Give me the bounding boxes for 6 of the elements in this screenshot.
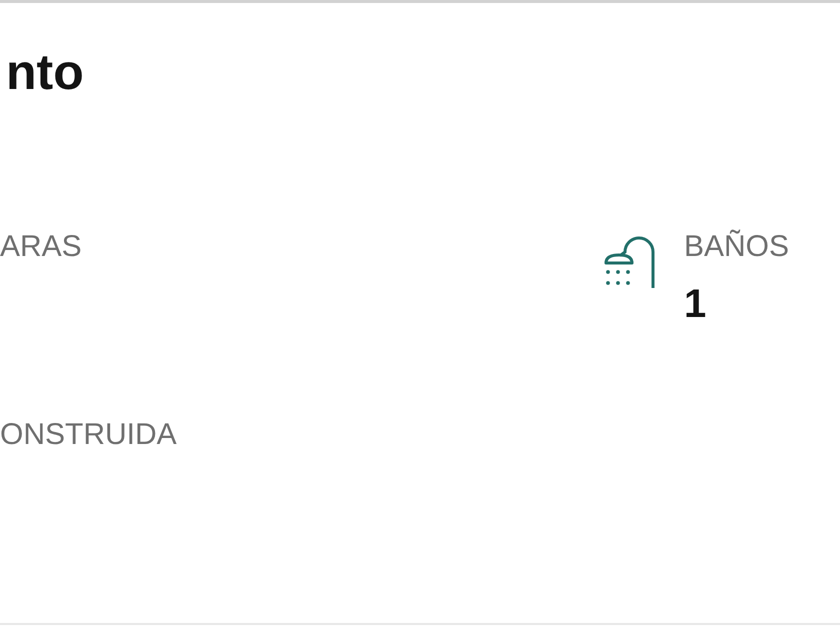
feature-label: ONSTRUIDA [0,417,177,453]
feature-value: 1 [684,281,706,328]
shower-icon [603,236,657,288]
feature-label: BAÑOS [684,229,790,265]
card-title: nto [6,43,84,102]
feature-label: ARAS [0,229,82,265]
